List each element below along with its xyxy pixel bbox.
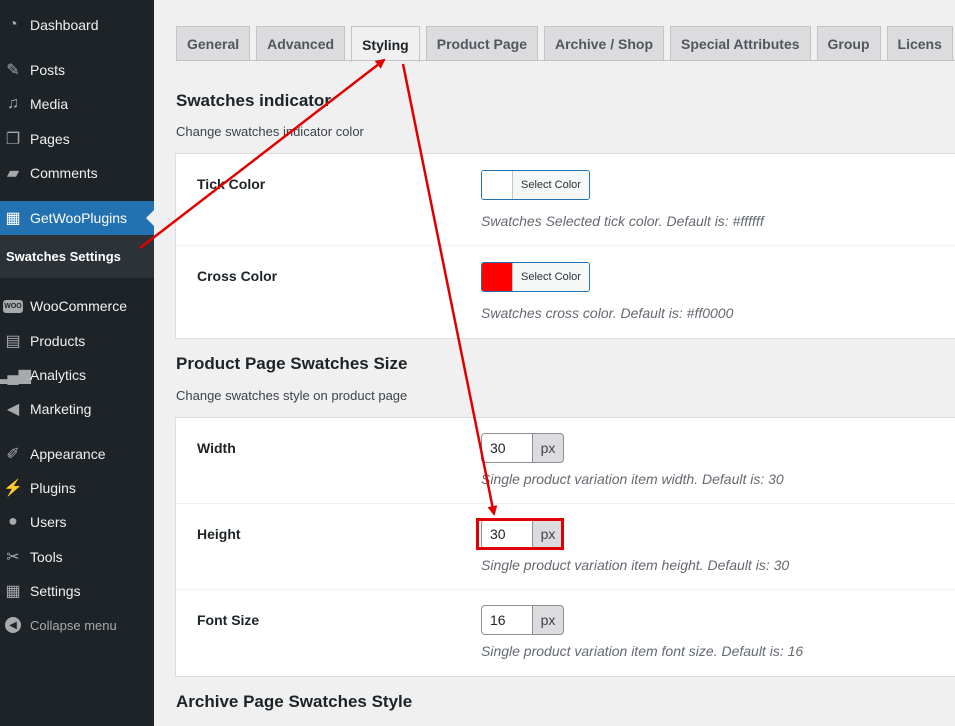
setting-row-cross-color: Cross Color Select Color Swatches cross … (176, 246, 955, 338)
color-swatch[interactable] (482, 171, 513, 199)
menu-item-products[interactable]: ▤ Products (0, 324, 154, 358)
section-desc-size: Change swatches style on product page (176, 388, 408, 403)
menu-item-dashboard[interactable]: ◔ Dashboard (0, 8, 154, 42)
menu-item-getwooplugins[interactable]: ▦ GetWooPlugins (0, 201, 154, 235)
menu-label: Products (30, 333, 86, 349)
setting-help: Single product variation item width. Def… (481, 471, 784, 487)
menu-label: Pages (30, 131, 70, 147)
setting-row-tick-color: Tick Color Select Color Swatches Selecte… (176, 154, 955, 246)
comment-icon: ▰ (6, 165, 20, 182)
megaphone-icon: ◀ (6, 401, 20, 418)
media-icon: ♫ (7, 95, 19, 112)
collapse-icon: ◀ (5, 617, 21, 633)
section-desc-indicator: Change swatches indicator color (176, 124, 364, 139)
user-icon: ● (8, 513, 18, 530)
select-color-button[interactable]: Select Color (513, 263, 589, 291)
admin-sidebar: ◔ Dashboard ✎ Posts ♫ Media ❐ Pages ▰ Co… (0, 0, 154, 726)
plugin-icon: ▦ (5, 210, 21, 227)
menu-item-appearance[interactable]: ✐ Appearance (0, 437, 154, 471)
color-swatch[interactable] (482, 263, 513, 291)
setting-label: Tick Color (197, 176, 266, 192)
tab-product-page[interactable]: Product Page (425, 26, 538, 61)
menu-label: Settings (30, 583, 81, 599)
tab-divider (176, 60, 955, 61)
cross-color-picker[interactable]: Select Color (481, 262, 590, 292)
tab-license[interactable]: Licens (886, 26, 953, 61)
menu-label: Comments (30, 165, 98, 181)
menu-label: Tools (30, 549, 63, 565)
dashboard-icon: ◔ (8, 16, 18, 33)
menu-item-tools[interactable]: ✂ Tools (0, 540, 154, 574)
menu-item-posts[interactable]: ✎ Posts (0, 53, 154, 87)
collapse-menu-button[interactable]: ◀ Collapse menu (0, 608, 154, 642)
plug-icon: ⚡ (3, 480, 23, 497)
menu-item-woocommerce[interactable]: WOO WooCommerce (0, 289, 154, 323)
settings-tabs: General Advanced Styling Product Page Ar… (176, 26, 955, 62)
wrench-icon: ✂ (6, 549, 20, 566)
menu-label: GetWooPlugins (30, 210, 128, 226)
tab-advanced[interactable]: Advanced (256, 26, 346, 61)
settings-icon: ▦ (5, 583, 21, 600)
menu-label: WooCommerce (30, 298, 127, 314)
size-settings-table: Width 30 px Single product variation ite… (175, 417, 955, 677)
unit-label: px (532, 433, 564, 463)
menu-label: Dashboard (30, 17, 99, 33)
setting-row-font-size: Font Size 16 px Single product variation… (176, 590, 955, 676)
pages-icon: ❐ (5, 131, 21, 148)
submenu-swatches-settings[interactable]: Swatches Settings (0, 235, 154, 278)
menu-item-comments[interactable]: ▰ Comments (0, 156, 154, 190)
tab-styling[interactable]: Styling (351, 26, 420, 62)
setting-label: Font Size (197, 612, 260, 628)
menu-item-analytics[interactable]: ▂▄▆ Analytics (0, 358, 154, 392)
setting-label: Height (197, 526, 241, 542)
bar-chart-icon: ▂▄▆ (0, 367, 31, 384)
setting-row-width: Width 30 px Single product variation ite… (176, 418, 955, 504)
menu-item-media[interactable]: ♫ Media (0, 87, 154, 121)
archive-icon: ▤ (5, 333, 21, 350)
pin-icon: ✎ (6, 62, 20, 79)
setting-label: Cross Color (197, 268, 278, 284)
menu-label: Plugins (30, 480, 76, 496)
setting-help: Swatches Selected tick color. Default is… (481, 213, 764, 229)
menu-item-marketing[interactable]: ◀ Marketing (0, 392, 154, 426)
setting-help: Single product variation item height. De… (481, 557, 790, 573)
font-size-input[interactable]: 16 (481, 605, 532, 635)
setting-help: Swatches cross color. Default is: #ff000… (481, 305, 734, 321)
section-title-size: Product Page Swatches Size (176, 354, 408, 373)
tab-archive-shop[interactable]: Archive / Shop (543, 26, 665, 61)
menu-label: Analytics (30, 367, 87, 383)
font-size-input-group: 16 px (481, 605, 564, 635)
menu-label: Posts (30, 62, 66, 78)
setting-label: Width (197, 440, 236, 456)
setting-row-height: Height 30 px Single product variation it… (176, 504, 955, 590)
width-input-group: 30 px (481, 433, 564, 463)
tick-color-picker[interactable]: Select Color (481, 170, 590, 200)
menu-item-plugins[interactable]: ⚡ Plugins (0, 471, 154, 505)
submenu-label: Swatches Settings (6, 249, 121, 264)
menu-item-pages[interactable]: ❐ Pages (0, 122, 154, 156)
tab-general[interactable]: General (176, 26, 251, 61)
tab-group[interactable]: Group (816, 26, 881, 61)
menu-label: Media (30, 96, 69, 112)
indicator-settings-table: Tick Color Select Color Swatches Selecte… (175, 153, 955, 339)
collapse-label: Collapse menu (30, 617, 117, 633)
woo-icon: WOO (3, 299, 23, 313)
unit-label: px (532, 605, 564, 635)
menu-item-settings[interactable]: ▦ Settings (0, 574, 154, 608)
section-title-indicator: Swatches indicator (176, 91, 331, 110)
height-highlight-box (476, 518, 564, 550)
menu-label: Appearance (30, 446, 106, 462)
menu-item-users[interactable]: ● Users (0, 505, 154, 539)
setting-help: Single product variation item font size.… (481, 643, 804, 659)
menu-label: Users (30, 514, 67, 530)
section-title-archive: Archive Page Swatches Style (176, 692, 413, 711)
menu-label: Marketing (30, 401, 92, 417)
select-color-button[interactable]: Select Color (513, 171, 589, 199)
tab-special-attributes[interactable]: Special Attributes (670, 26, 811, 61)
width-input[interactable]: 30 (481, 433, 532, 463)
brush-icon: ✐ (6, 446, 20, 463)
